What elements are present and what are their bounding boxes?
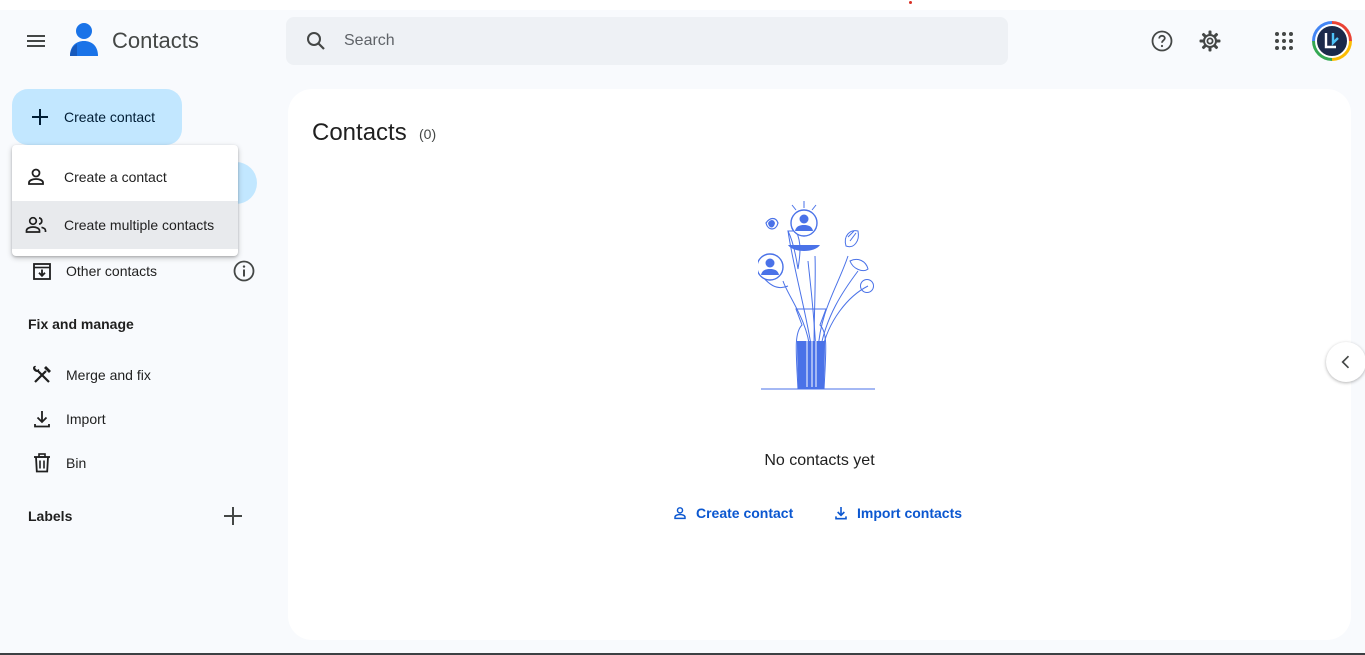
person-icon — [674, 507, 686, 520]
help-circle-icon — [1151, 30, 1173, 52]
archive-download-icon — [33, 263, 51, 280]
download-icon — [34, 411, 50, 428]
red-dot-indicator — [909, 1, 912, 4]
account-logo-icon — [1324, 33, 1339, 49]
import-contacts-link[interactable]: Import contacts — [833, 499, 962, 527]
page-title: Contacts — [312, 119, 407, 146]
empty-vase-illustration-icon — [758, 201, 875, 390]
contacts-app: Contacts Search Create contact Create a … — [0, 0, 1365, 655]
add-label-plus-icon[interactable] — [220, 503, 246, 529]
help-button[interactable] — [1142, 21, 1182, 61]
menu-item-create-a-contact[interactable]: Create a contact — [12, 153, 238, 201]
menu-item-label: Create a contact — [64, 169, 167, 185]
app-title: Contacts — [112, 28, 199, 53]
sidebar-item-bin[interactable]: Bin — [12, 443, 256, 483]
fix-and-manage-heading: Fix and manage — [28, 316, 134, 332]
create-contact-menu: Create a contact Create multiple contact… — [12, 145, 238, 256]
gear-icon — [1199, 30, 1221, 52]
merge-fix-tools-icon — [33, 365, 51, 383]
google-apps-button[interactable] — [1264, 21, 1304, 61]
create-contact-button[interactable]: Create contact — [12, 89, 182, 145]
import-contacts-link-label: Import contacts — [857, 505, 963, 521]
sidebar-item-label: Merge and fix — [66, 367, 151, 383]
menu-item-label: Create multiple contacts — [64, 217, 215, 233]
contacts-count: (0) — [419, 126, 437, 142]
create-contact-link[interactable]: Create contact — [672, 499, 793, 527]
apps-grid-icon — [1275, 32, 1293, 50]
menu-item-create-multiple-contacts[interactable]: Create multiple contacts — [12, 201, 238, 249]
sidebar-item-label: Import — [66, 411, 106, 427]
trash-icon — [34, 453, 50, 473]
hamburger-menu-icon — [27, 35, 45, 47]
sidebar-item-merge-and-fix[interactable]: Merge and fix — [12, 355, 256, 395]
sidebar-item-other-contacts[interactable]: Other contacts — [12, 251, 256, 291]
download-icon — [835, 507, 847, 520]
create-contact-label: Create contact — [64, 109, 156, 125]
contacts-logo-icon — [70, 23, 98, 56]
plus-icon — [32, 109, 48, 125]
sidebar-item-import[interactable]: Import — [12, 399, 256, 439]
person-icon — [28, 168, 44, 185]
side-panel-toggle-button[interactable] — [1326, 342, 1365, 382]
search-icon[interactable] — [304, 29, 328, 53]
sidebar-item-label: Other contacts — [66, 263, 158, 279]
sidebar-item-label: Bin — [66, 455, 87, 471]
info-icon[interactable] — [232, 259, 256, 283]
top-strip — [0, 0, 1365, 10]
account-avatar[interactable] — [1312, 21, 1352, 61]
labels-heading: Labels — [28, 508, 73, 524]
create-contact-link-label: Create contact — [696, 505, 794, 521]
contacts-main-panel: Contacts (0) No contacts yet Create cont… — [288, 89, 1351, 640]
people-icon — [25, 216, 47, 233]
avatar-image — [1315, 24, 1349, 58]
chevron-left-icon — [1341, 355, 1350, 369]
search-input[interactable] — [344, 17, 984, 65]
empty-state-message: No contacts yet — [764, 452, 875, 469]
main-menu-button[interactable] — [16, 21, 56, 61]
settings-button[interactable] — [1190, 21, 1230, 61]
search-bar[interactable] — [286, 17, 1008, 65]
